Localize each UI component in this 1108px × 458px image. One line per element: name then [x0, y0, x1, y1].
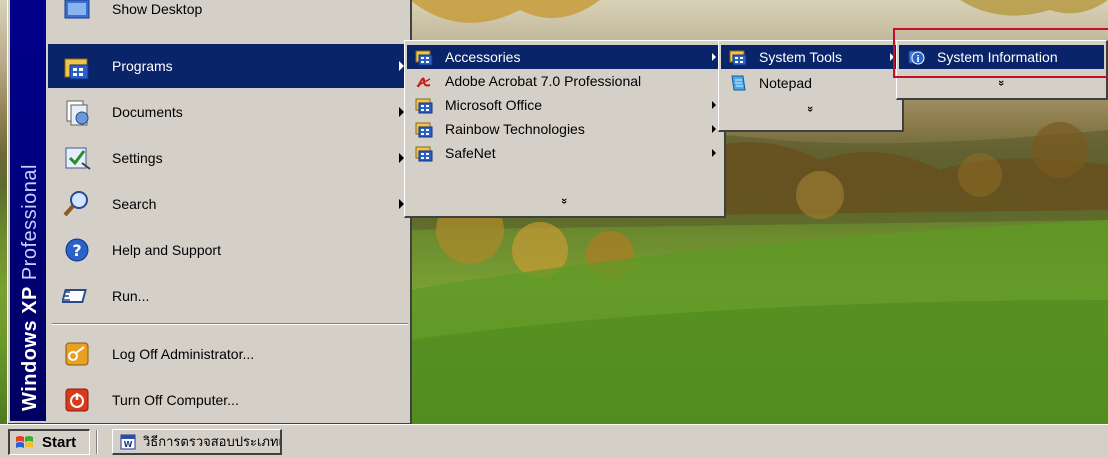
accessories-submenu: System Tools Notepad » — [718, 40, 904, 132]
notepad-icon — [729, 74, 747, 92]
taskbar-window-button[interactable]: W วิธีการตรวจสอบประเภทเค... — [112, 429, 282, 455]
start-item-programs[interactable]: Programs — [48, 44, 410, 88]
start-item-turn-off[interactable]: Turn Off Computer... — [48, 378, 410, 422]
brand-professional: Professional — [19, 164, 41, 281]
programs-item-adobe-acrobat[interactable]: Adobe Acrobat 7.0 Professional — [407, 69, 722, 93]
programs-item-safenet[interactable]: SafeNet — [407, 141, 722, 165]
submenu-item-label: Microsoft Office — [445, 97, 542, 113]
word-document-icon: W — [119, 433, 137, 451]
start-item-label: Show Desktop — [112, 1, 203, 17]
start-menu: Windows XP Professional Show Desktop Prog… — [7, 0, 412, 425]
taskbar-window-label: วิธีการตรวจสอบประเภทเค... — [143, 434, 280, 449]
taskbar-separator — [96, 430, 98, 454]
start-button[interactable]: Start — [8, 429, 90, 455]
submenu-arrow-icon — [712, 149, 716, 157]
start-item-show-desktop[interactable]: Show Desktop — [48, 0, 410, 31]
program-group-icon — [729, 48, 747, 66]
double-chevron-down-icon: » — [804, 105, 817, 113]
programs-submenu: Accessories Adobe Acrobat 7.0 Profession… — [404, 40, 726, 218]
submenu-item-label: Rainbow Technologies — [445, 121, 585, 137]
annotation-highlight-box — [893, 28, 1108, 78]
submenu-arrow-icon — [712, 101, 716, 109]
submenu-item-label: System Tools — [759, 49, 842, 65]
programs-icon — [60, 49, 94, 83]
double-chevron-down-icon: » — [995, 79, 1008, 87]
start-item-label: Search — [112, 196, 157, 212]
start-item-label: Help and Support — [112, 242, 221, 258]
start-item-help-and-support[interactable]: ? Help and Support — [48, 228, 410, 272]
start-item-run[interactable]: Run... — [48, 274, 410, 318]
programs-item-accessories[interactable]: Accessories — [407, 45, 722, 69]
start-item-search[interactable]: Search — [48, 182, 410, 226]
submenu-item-label: Adobe Acrobat 7.0 Professional — [445, 73, 642, 89]
programs-expand-chevron[interactable]: » — [407, 191, 722, 211]
start-item-log-off[interactable]: Log Off Administrator... — [48, 332, 410, 376]
show-desktop-icon — [60, 0, 94, 26]
program-group-icon — [415, 144, 433, 162]
log-off-icon — [60, 337, 94, 371]
start-menu-separator — [52, 323, 408, 325]
submenu-arrow-icon — [712, 125, 716, 133]
start-item-documents[interactable]: Documents — [48, 90, 410, 134]
program-group-icon — [415, 96, 433, 114]
svg-text:W: W — [124, 440, 133, 449]
search-icon — [60, 187, 94, 221]
accessories-item-system-tools[interactable]: System Tools — [721, 45, 900, 69]
start-item-settings[interactable]: Settings — [48, 136, 410, 180]
run-icon — [60, 279, 94, 313]
documents-icon — [60, 95, 94, 129]
submenu-item-label: SafeNet — [445, 145, 496, 161]
windows-flag-icon — [14, 434, 36, 452]
submenu-item-label: Notepad — [759, 75, 812, 91]
taskbar: Start W วิธีการตรวจสอบประเภทเค... — [0, 424, 1108, 458]
program-group-icon — [415, 120, 433, 138]
settings-icon — [60, 141, 94, 175]
start-menu-brand-strip: Windows XP Professional — [10, 0, 46, 421]
svg-text:?: ? — [72, 241, 81, 260]
start-item-label: Run... — [112, 288, 150, 304]
double-chevron-down-icon: » — [558, 197, 571, 205]
start-item-label: Programs — [112, 58, 173, 74]
acrobat-icon — [415, 72, 433, 90]
accessories-expand-chevron[interactable]: » — [721, 99, 900, 119]
help-icon: ? — [60, 233, 94, 267]
submenu-item-label: Accessories — [445, 49, 521, 65]
start-item-label: Log Off Administrator... — [112, 346, 255, 362]
windows-xp-professional-brand: Windows XP Professional — [19, 164, 42, 411]
power-icon — [60, 383, 94, 417]
submenu-arrow-icon — [712, 53, 716, 61]
start-item-label: Turn Off Computer... — [112, 392, 239, 408]
programs-item-microsoft-office[interactable]: Microsoft Office — [407, 93, 722, 117]
programs-item-rainbow-technologies[interactable]: Rainbow Technologies — [407, 117, 722, 141]
start-item-label: Documents — [112, 104, 183, 120]
brand-windows-xp: Windows XP — [19, 286, 41, 411]
start-button-label: Start — [42, 434, 77, 451]
start-item-label: Settings — [112, 150, 163, 166]
accessories-item-notepad[interactable]: Notepad — [721, 71, 900, 95]
program-group-icon — [415, 48, 433, 66]
